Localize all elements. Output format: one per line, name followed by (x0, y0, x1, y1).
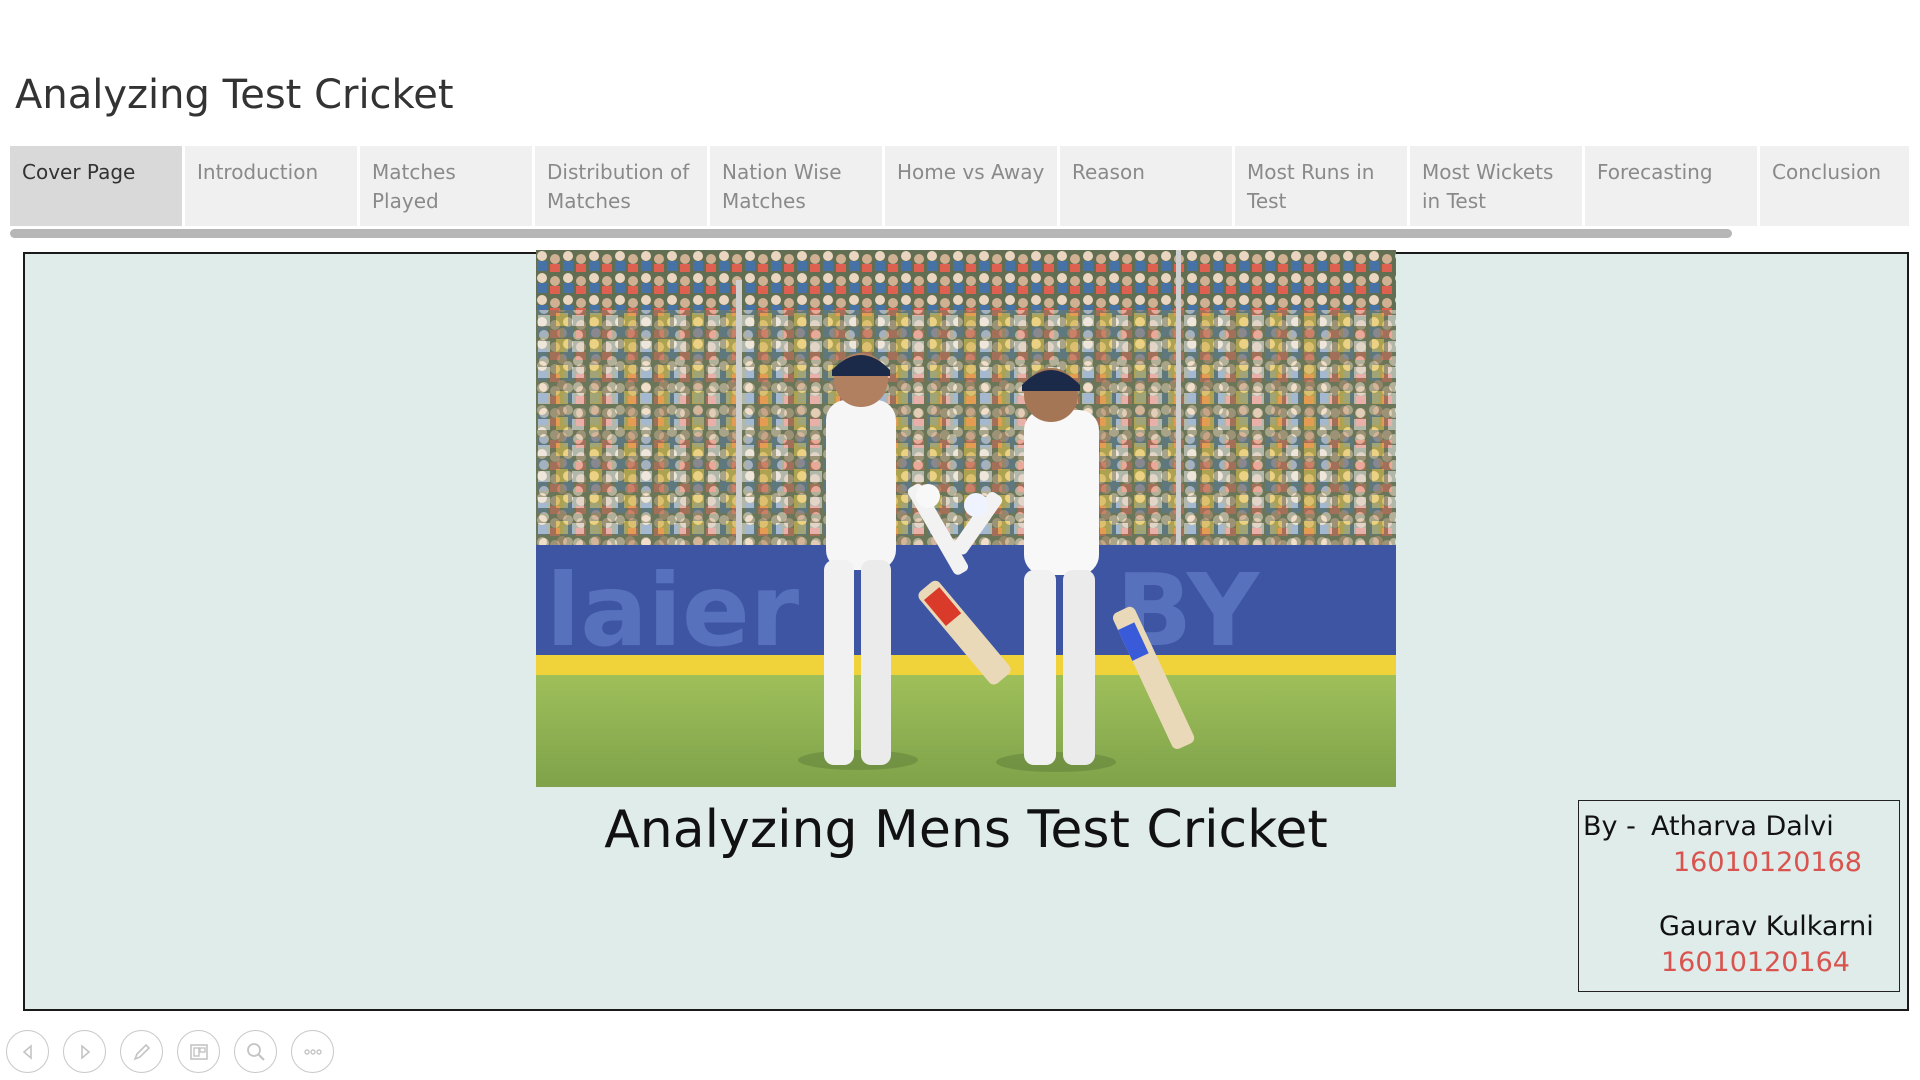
back-icon (22, 1043, 32, 1060)
back-button[interactable] (6, 1030, 49, 1073)
cover-heading: Analyzing Mens Test Cricket (604, 800, 1328, 860)
more-button[interactable] (291, 1030, 334, 1073)
by-label: By - (1583, 811, 1636, 842)
forward-button[interactable] (63, 1030, 106, 1073)
edit-icon (133, 1043, 150, 1060)
layout-button[interactable] (177, 1030, 220, 1073)
tab-reason[interactable]: Reason (1060, 146, 1232, 226)
author2-name: Gaurav Kulkarni (1659, 911, 1874, 942)
tab-home-vs-away[interactable]: Home vs Away (885, 146, 1057, 226)
layout-icon (189, 1043, 208, 1060)
author-box: By - Atharva Dalvi 16010120168 Gaurav Ku… (1578, 800, 1900, 992)
author1-name: Atharva Dalvi (1651, 811, 1834, 842)
author2-id: 16010120164 (1661, 947, 1850, 978)
tab-forecasting[interactable]: Forecasting (1585, 146, 1757, 226)
edit-button[interactable] (120, 1030, 163, 1073)
tab-distribution-of-matches[interactable]: Distribution of Matches (535, 146, 707, 226)
forward-icon (80, 1043, 90, 1060)
author1-id: 16010120168 (1673, 847, 1862, 878)
tab-introduction[interactable]: Introduction (185, 146, 357, 226)
tab-nation-wise-matches[interactable]: Nation Wise Matches (710, 146, 882, 226)
story-navigator: Cover Page Introduction Matches Played D… (10, 146, 1920, 226)
tab-cover-page[interactable]: Cover Page (10, 146, 182, 226)
tab-conclusion[interactable]: Conclusion (1760, 146, 1909, 226)
tab-scrollbar[interactable] (10, 229, 1732, 238)
tab-most-runs[interactable]: Most Runs in Test (1235, 146, 1407, 226)
zoom-icon (246, 1042, 265, 1061)
story-title: Analyzing Test Cricket (15, 72, 454, 118)
cricket-players-photo: laier BY (536, 250, 1396, 787)
story-toolbar (6, 1030, 348, 1073)
more-icon (303, 1048, 322, 1055)
tab-most-wickets[interactable]: Most Wickets in Test (1410, 146, 1582, 226)
zoom-button[interactable] (234, 1030, 277, 1073)
tab-matches-played[interactable]: Matches Played (360, 146, 532, 226)
svg-text:laier: laier (546, 552, 800, 669)
